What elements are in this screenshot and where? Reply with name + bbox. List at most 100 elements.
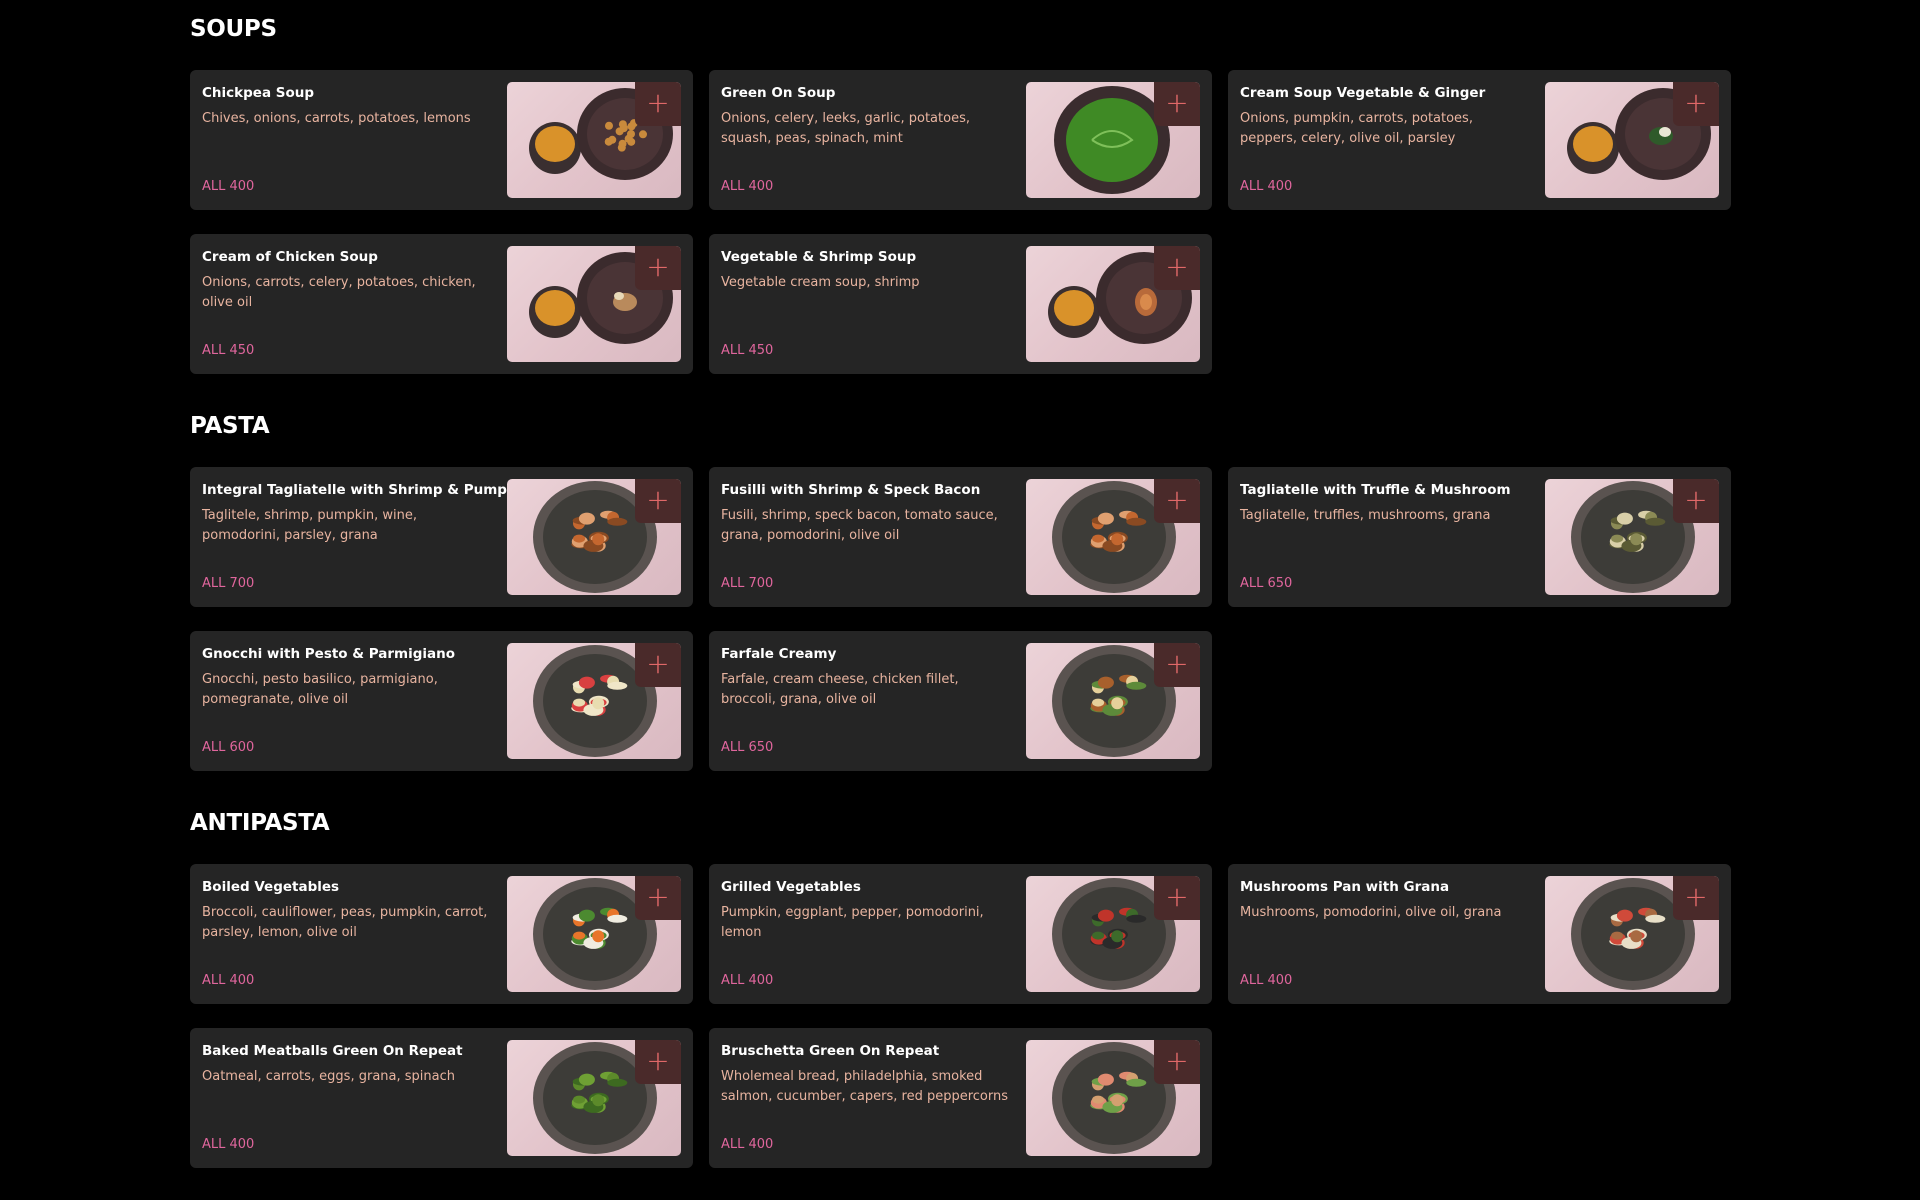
menu-item-card[interactable]: Tagliatelle with Truffle & Mushroom Tagli…: [1228, 467, 1731, 607]
add-to-cart-button[interactable]: +: [1154, 643, 1200, 687]
item-name: Farfale Creamy: [721, 646, 837, 662]
add-to-cart-button[interactable]: +: [1673, 876, 1719, 920]
item-price: ALL 400: [721, 1137, 774, 1152]
add-to-cart-button[interactable]: +: [1154, 876, 1200, 920]
item-name: Tagliatelle with Truffle & Mushroom: [1240, 482, 1511, 498]
item-description: Broccoli, cauliflower, peas, pumpkin, ca…: [202, 905, 488, 940]
item-description: Wholemeal bread, philadelphia, smoked sa…: [721, 1069, 1008, 1104]
add-to-cart-button[interactable]: +: [635, 479, 681, 523]
add-to-cart-button[interactable]: +: [635, 246, 681, 290]
item-description: Onions, pumpkin, carrots, potatoes, pepp…: [1240, 111, 1473, 146]
item-image[interactable]: +: [507, 876, 681, 992]
item-price: ALL 700: [721, 576, 774, 591]
item-description: Onions, celery, leeks, garlic, potatoes,…: [721, 111, 970, 146]
item-price: ALL 650: [1240, 576, 1293, 591]
item-image[interactable]: +: [1026, 876, 1200, 992]
section-title-antipasta: ANTIPASTA: [190, 810, 330, 836]
item-name: Bruschetta Green On Repeat: [721, 1043, 940, 1059]
item-price: ALL 450: [721, 343, 774, 358]
menu-item-card[interactable]: Baked Meatballs Green On Repeat Oatmeal, …: [190, 1028, 693, 1168]
item-description: Gnocchi, pesto basilico, parmigiano, pom…: [202, 672, 438, 707]
menu-item-card[interactable]: Green On Soup Onions, celery, leeks, garl…: [709, 70, 1212, 210]
plus-icon: +: [1165, 483, 1189, 516]
item-price: ALL 400: [202, 179, 255, 194]
item-name: Chickpea Soup: [202, 85, 315, 101]
item-name: Cream of Chicken Soup: [202, 249, 378, 265]
add-to-cart-button[interactable]: +: [1154, 1040, 1200, 1084]
item-description: Farfale, cream cheese, chicken fillet, b…: [721, 672, 959, 707]
plus-icon: +: [646, 647, 670, 680]
menu-item-card[interactable]: Fusilli with Shrimp & Speck Bacon Fusili,…: [709, 467, 1212, 607]
item-price: ALL 400: [721, 973, 774, 988]
menu-item-card[interactable]: Gnocchi with Pesto & Parmigiano Gnocchi, …: [190, 631, 693, 771]
item-image[interactable]: +: [1026, 479, 1200, 595]
item-description: Vegetable cream soup, shrimp: [721, 275, 920, 290]
item-name: Baked Meatballs Green On Repeat: [202, 1043, 463, 1059]
item-name: Boiled Vegetables: [202, 879, 340, 895]
item-name: Grilled Vegetables: [721, 879, 861, 895]
item-image[interactable]: +: [1026, 246, 1200, 362]
item-name: Vegetable & Shrimp Soup: [721, 249, 917, 265]
menu-item-card[interactable]: Cream Soup Vegetable & Ginger Onions, pum…: [1228, 70, 1731, 210]
item-image[interactable]: +: [1545, 876, 1719, 992]
plus-icon: +: [646, 1044, 670, 1077]
item-description: Onions, carrots, celery, potatoes, chick…: [202, 275, 476, 310]
item-image[interactable]: +: [1026, 643, 1200, 759]
plus-icon: +: [1684, 880, 1708, 913]
item-image[interactable]: +: [1026, 82, 1200, 198]
add-to-cart-button[interactable]: +: [1673, 82, 1719, 126]
item-description: Taglitele, shrimp, pumpkin, wine, pomodo…: [202, 508, 418, 543]
add-to-cart-button[interactable]: +: [1154, 479, 1200, 523]
section-grid-pasta: Integral Tagliatelle with Shrimp & Pumpk…: [190, 467, 1731, 771]
plus-icon: +: [1165, 647, 1189, 680]
item-name: Mushrooms Pan with Grana: [1240, 879, 1450, 895]
menu-item-card[interactable]: Farfale Creamy Farfale, cream cheese, chi…: [709, 631, 1212, 771]
section-title-soups: SOUPS: [190, 16, 277, 42]
item-description: Chives, onions, carrots, potatoes, lemon…: [202, 111, 471, 126]
item-image[interactable]: +: [507, 643, 681, 759]
add-to-cart-button[interactable]: +: [635, 82, 681, 126]
item-image[interactable]: +: [1545, 82, 1719, 198]
item-description: Mushrooms, pomodorini, olive oil, grana: [1240, 905, 1502, 920]
menu-item-card[interactable]: Boiled Vegetables Broccoli, cauliflower, …: [190, 864, 693, 1004]
item-image[interactable]: +: [507, 82, 681, 198]
add-to-cart-button[interactable]: +: [635, 643, 681, 687]
add-to-cart-button[interactable]: +: [635, 1040, 681, 1084]
plus-icon: +: [1165, 250, 1189, 283]
menu-item-card[interactable]: Integral Tagliatelle with Shrimp & Pumpk…: [190, 467, 693, 607]
add-to-cart-button[interactable]: +: [1154, 246, 1200, 290]
item-price: ALL 600: [202, 740, 255, 755]
item-description: Pumpkin, eggplant, pepper, pomodorini, l…: [721, 905, 984, 940]
add-to-cart-button[interactable]: +: [1154, 82, 1200, 126]
menu-item-card[interactable]: Chickpea Soup Chives, onions, carrots, po…: [190, 70, 693, 210]
plus-icon: +: [1165, 880, 1189, 913]
item-description: Fusili, shrimp, speck bacon, tomato sauc…: [721, 508, 998, 543]
item-image[interactable]: +: [507, 246, 681, 362]
item-image[interactable]: +: [1545, 479, 1719, 595]
item-name: Green On Soup: [721, 85, 836, 101]
item-image[interactable]: +: [1026, 1040, 1200, 1156]
item-description: Oatmeal, carrots, eggs, grana, spinach: [202, 1069, 455, 1084]
add-to-cart-button[interactable]: +: [1673, 479, 1719, 523]
menu-item-card[interactable]: Mushrooms Pan with Grana Mushrooms, pomod…: [1228, 864, 1731, 1004]
item-description: Tagliatelle, truffles, mushrooms, grana: [1240, 508, 1491, 523]
menu-item-card[interactable]: Grilled Vegetables Pumpkin, eggplant, pep…: [709, 864, 1212, 1004]
plus-icon: +: [1165, 1044, 1189, 1077]
item-price: ALL 400: [721, 179, 774, 194]
item-name: Cream Soup Vegetable & Ginger: [1240, 85, 1486, 101]
item-name: Integral Tagliatelle with Shrimp & Pumpk…: [202, 482, 531, 498]
item-price: ALL 400: [202, 1137, 255, 1152]
menu-item-card[interactable]: Bruschetta Green On Repeat Wholemeal brea…: [709, 1028, 1212, 1168]
menu-item-card[interactable]: Cream of Chicken Soup Onions, carrots, ce…: [190, 234, 693, 374]
item-image[interactable]: +: [507, 1040, 681, 1156]
item-image[interactable]: +: [507, 479, 681, 595]
item-price: ALL 700: [202, 576, 255, 591]
add-to-cart-button[interactable]: +: [635, 876, 681, 920]
plus-icon: +: [646, 880, 670, 913]
item-name: Gnocchi with Pesto & Parmigiano: [202, 646, 456, 662]
menu-item-card[interactable]: Vegetable & Shrimp Soup Vegetable cream s…: [709, 234, 1212, 374]
item-price: ALL 650: [721, 740, 774, 755]
section-grid-soups: Chickpea Soup Chives, onions, carrots, po…: [190, 70, 1731, 374]
section-grid-antipasta: Boiled Vegetables Broccoli, cauliflower, …: [190, 864, 1731, 1168]
item-name: Fusilli with Shrimp & Speck Bacon: [721, 482, 981, 498]
